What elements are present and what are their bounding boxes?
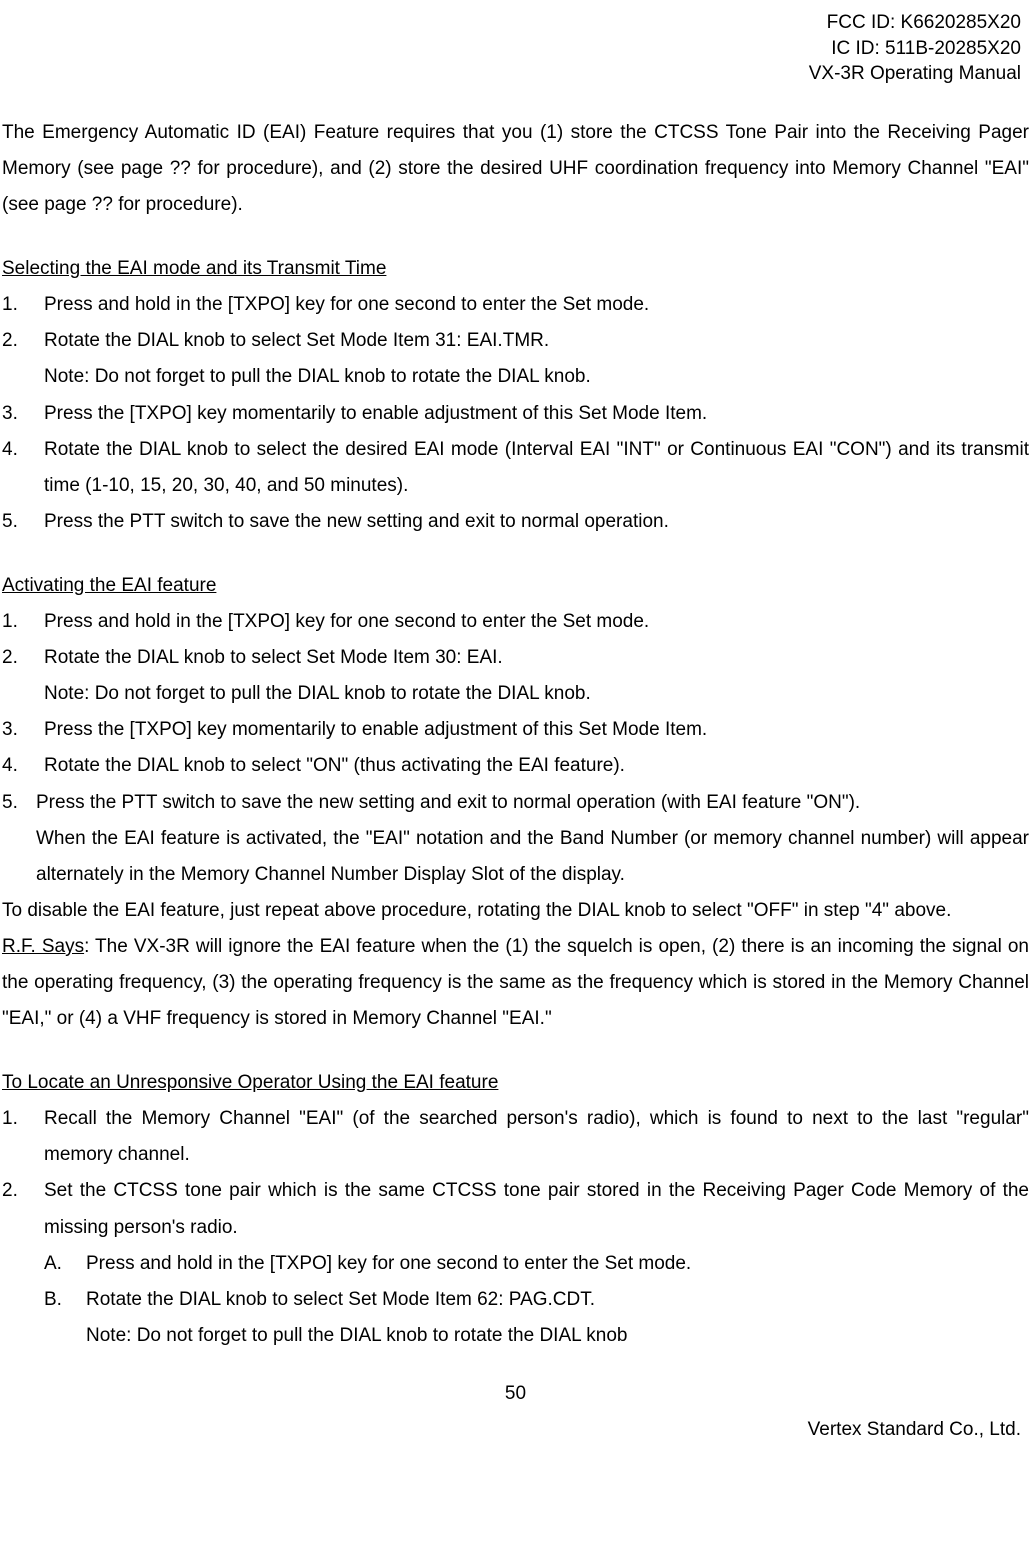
fcc-id: FCC ID: K6620285X20 [0, 10, 1021, 36]
section-select-eai: Selecting the EAI mode and its Transmit … [2, 251, 1029, 540]
company-name: Vertex Standard Co., Ltd. [0, 1412, 1031, 1448]
list-item: 2. Set the CTCSS tone pair which is the … [2, 1173, 1029, 1245]
list-number: 5. [2, 504, 44, 540]
section-activate-eai: Activating the EAI feature 1. Press and … [2, 568, 1029, 1037]
page: FCC ID: K6620285X20 IC ID: 511B-20285X20… [0, 10, 1031, 1448]
list-text: Rotate the DIAL knob to select "ON" (thu… [44, 748, 1029, 784]
list-number: 3. [2, 712, 44, 748]
list-note: Note: Do not forget to pull the DIAL kno… [2, 359, 1029, 395]
list-number: 2. [2, 640, 44, 676]
rf-says-paragraph: R.F. Says: The VX-3R will ignore the EAI… [2, 929, 1029, 1037]
rf-says-label: R.F. Says [2, 936, 84, 957]
list-number: 2. [2, 323, 44, 359]
sub-list-item: A. Press and hold in the [TXPO] key for … [2, 1246, 1029, 1282]
ic-id: IC ID: 511B-20285X20 [0, 36, 1021, 62]
list-text: Press the [TXPO] key momentarily to enab… [44, 712, 1029, 748]
sub-list-letter: A. [44, 1246, 86, 1282]
intro-paragraph: The Emergency Automatic ID (EAI) Feature… [2, 115, 1029, 223]
list-text: Press the [TXPO] key momentarily to enab… [44, 396, 1029, 432]
list-item: 4. Rotate the DIAL knob to select the de… [2, 432, 1029, 504]
list-number: 1. [2, 287, 44, 323]
sub-list-letter: B. [44, 1282, 86, 1318]
manual-title: VX-3R Operating Manual [0, 61, 1021, 87]
list-number: 2. [2, 1173, 44, 1245]
list-item: 3. Press the [TXPO] key momentarily to e… [2, 396, 1029, 432]
list-item: 1. Press and hold in the [TXPO] key for … [2, 287, 1029, 323]
header: FCC ID: K6620285X20 IC ID: 511B-20285X20… [0, 10, 1031, 87]
list-text: Rotate the DIAL knob to select Set Mode … [44, 640, 1029, 676]
page-number: 50 [0, 1376, 1031, 1412]
list-number: 1. [2, 604, 44, 640]
list-text: Press the PTT switch to save the new set… [36, 785, 1029, 821]
list-item: 5. Press the PTT switch to save the new … [2, 504, 1029, 540]
section-locate-operator: To Locate an Unresponsive Operator Using… [2, 1065, 1029, 1354]
list-item: 1. Press and hold in the [TXPO] key for … [2, 604, 1029, 640]
list-text: Press and hold in the [TXPO] key for one… [44, 604, 1029, 640]
sub-list-text: Rotate the DIAL knob to select Set Mode … [86, 1282, 1029, 1318]
sub-list-item: B. Rotate the DIAL knob to select Set Mo… [2, 1282, 1029, 1318]
section-title: Selecting the EAI mode and its Transmit … [2, 251, 1029, 287]
list-text: Press and hold in the [TXPO] key for one… [44, 287, 1029, 323]
list-item: 4. Rotate the DIAL knob to select "ON" (… [2, 748, 1029, 784]
list-text: Recall the Memory Channel "EAI" (of the … [44, 1101, 1029, 1173]
list-text-cont: When the EAI feature is activated, the "… [2, 821, 1029, 893]
list-text: Set the CTCSS tone pair which is the sam… [44, 1173, 1029, 1245]
section-title: To Locate an Unresponsive Operator Using… [2, 1065, 1029, 1101]
list-number: 1. [2, 1101, 44, 1173]
list-number: 4. [2, 432, 44, 504]
list-number: 3. [2, 396, 44, 432]
sub-list-note: Note: Do not forget to pull the DIAL kno… [2, 1318, 1029, 1354]
list-item: 5. Press the PTT switch to save the new … [2, 785, 1029, 893]
list-text: Rotate the DIAL knob to select Set Mode … [44, 323, 1029, 359]
list-item: 2. Rotate the DIAL knob to select Set Mo… [2, 323, 1029, 359]
rf-says-text: : The VX-3R will ignore the EAI feature … [2, 936, 1029, 1029]
list-number: 5. [2, 785, 36, 821]
list-note: Note: Do not forget to pull the DIAL kno… [2, 676, 1029, 712]
list-text: Press the PTT switch to save the new set… [44, 504, 1029, 540]
list-item: 2. Rotate the DIAL knob to select Set Mo… [2, 640, 1029, 676]
list-text: Rotate the DIAL knob to select the desir… [44, 432, 1029, 504]
list-item: 1. Recall the Memory Channel "EAI" (of t… [2, 1101, 1029, 1173]
sub-list-text: Press and hold in the [TXPO] key for one… [86, 1246, 1029, 1282]
list-item: 3. Press the [TXPO] key momentarily to e… [2, 712, 1029, 748]
disable-paragraph: To disable the EAI feature, just repeat … [2, 893, 1029, 929]
section-title: Activating the EAI feature [2, 568, 1029, 604]
content: The Emergency Automatic ID (EAI) Feature… [0, 115, 1031, 1354]
list-number: 4. [2, 748, 44, 784]
